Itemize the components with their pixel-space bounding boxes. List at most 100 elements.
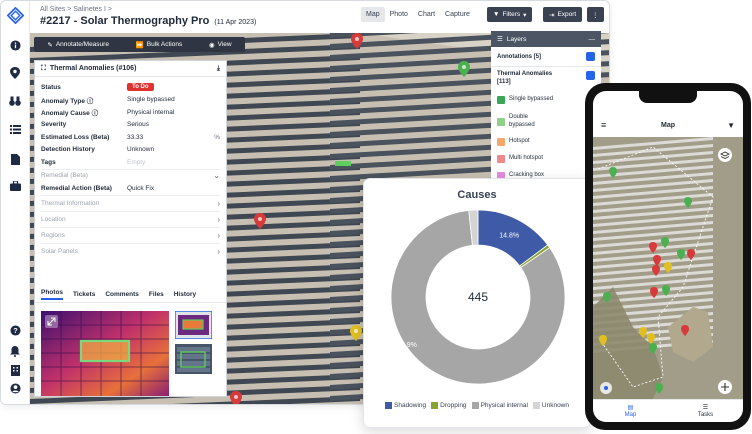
detection-history-row: Detection History Unknown (35, 144, 226, 157)
legend-item[interactable]: Physical internal (471, 402, 528, 409)
detection-history-value[interactable]: Unknown (127, 146, 154, 153)
binoculars-icon[interactable] (8, 94, 22, 108)
legend-item[interactable]: Shadowing (385, 402, 426, 409)
anomaly-type-value[interactable]: Single bypassed (127, 96, 175, 103)
estimated-loss-value[interactable]: 33.33 (127, 134, 143, 141)
layer-color-swatch (497, 96, 505, 104)
section-solar-panels[interactable]: Solar Panels › (35, 244, 226, 259)
location-pin-icon[interactable] (8, 66, 22, 80)
bulk-actions-button[interactable]: ⏩ Bulk Actions (136, 41, 183, 49)
tab-history[interactable]: History (174, 291, 196, 298)
list-icon[interactable] (8, 122, 22, 136)
status-row: Status To Do (35, 81, 226, 94)
severity-value[interactable]: Serious (127, 121, 149, 128)
remedial-action-row: Remedial Action (Beta) Quick Fix (35, 182, 226, 195)
severity-row: Severity Serious (35, 119, 226, 132)
legend-label: Dropping (440, 402, 467, 409)
legend-swatch (471, 402, 479, 409)
section-location[interactable]: Location › (35, 212, 226, 227)
status-label: Status (41, 83, 61, 91)
anomaly-panel-title: Thermal Anomalies (#106) (49, 65, 137, 72)
hamburger-menu-icon[interactable]: ≡ (601, 120, 606, 130)
breadcrumb[interactable]: All Sites > Salinetes I > (40, 6, 112, 13)
layer-item-label: Multi hotspot (509, 154, 544, 161)
chevron-right-icon: › (217, 214, 220, 224)
legend-item[interactable]: Dropping (431, 402, 467, 409)
section-thermal-information[interactable]: Thermal Information › (35, 196, 226, 211)
more-options-button[interactable]: ⋮ (587, 7, 604, 22)
fast-forward-icon: ⏩ (135, 41, 144, 49)
tab-photos[interactable]: Photos (41, 289, 64, 300)
legend-label: Physical internal (480, 402, 528, 409)
eye-icon: ◉ (208, 41, 215, 49)
annotate-label: Annotate/Measure (55, 41, 109, 48)
tab-comments[interactable]: Comments (105, 291, 139, 298)
section-label: Solar Panels (41, 247, 78, 255)
info-icon[interactable] (8, 38, 22, 52)
download-icon[interactable]: ⤓ (217, 65, 220, 73)
layers-title: Layers (506, 35, 527, 43)
thumbnail-image (175, 344, 212, 374)
tab-files[interactable]: Files (149, 291, 164, 298)
briefcase-icon[interactable] (8, 179, 22, 193)
tab-tickets[interactable]: Tickets (73, 291, 95, 298)
layer-thermal-anomalies[interactable]: Thermal Anomalies [113] (491, 67, 601, 89)
tags-value[interactable]: Empty (127, 159, 145, 166)
layer-thermal-label: Thermal Anomalies [113] (497, 71, 553, 85)
layer-annotations[interactable]: Annotations [5] (491, 47, 601, 67)
mobile-title: Map (661, 121, 675, 129)
anomaly-panel-header: ⛶ Thermal Anomalies (#106) ⤓ (35, 61, 226, 77)
chevron-down-icon: ▾ (523, 11, 527, 19)
remedial-label: Remedial (Beta) (41, 172, 88, 180)
mobile-nav-map-label: Map (624, 412, 637, 418)
collapse-icon[interactable]: — (589, 36, 596, 43)
filters-button[interactable]: ▼ Filters ▾ (487, 7, 533, 22)
estimated-loss-label: Estimated Loss (Beta) (41, 133, 110, 141)
causes-donut-chart[interactable]: 14.8% 82.9% 445 (364, 179, 592, 399)
expand-icon[interactable]: ⛶ (41, 65, 46, 73)
anomaly-highlight[interactable] (335, 161, 351, 166)
mobile-bottom-nav: ▤ Map ☰ Tasks (593, 399, 743, 422)
donut-value-label: 14.8% (499, 232, 519, 239)
remedial-action-value[interactable]: Quick Fix (127, 185, 154, 192)
thermal-photo[interactable] (41, 311, 169, 396)
mobile-nav-map[interactable]: ▤ Map (593, 400, 668, 422)
section-regions[interactable]: Regions › (35, 228, 226, 243)
tab-map[interactable]: Map (361, 7, 385, 22)
document-icon[interactable] (8, 152, 22, 166)
user-avatar-icon[interactable] (8, 381, 22, 395)
left-rail: ? (1, 1, 30, 404)
layers-header[interactable]: ☰ Layers — (491, 31, 601, 47)
mobile-map-image[interactable] (593, 137, 743, 399)
view-button[interactable]: ◉ View (209, 41, 232, 49)
bell-icon[interactable] (8, 344, 22, 358)
zoom-in-icon[interactable] (718, 380, 732, 394)
app-logo (7, 7, 24, 24)
anomaly-cause-value[interactable]: Physical internal (127, 109, 174, 116)
pencil-icon: ✎ (47, 41, 53, 49)
legend-item[interactable]: Unknown (532, 402, 569, 409)
filter-icon[interactable]: ▼ (727, 121, 735, 130)
help-icon[interactable]: ? (8, 323, 22, 337)
export-button[interactable]: ⇥ Export (543, 7, 583, 22)
thumbnail-image (174, 310, 213, 340)
info-icon: ⓘ (86, 97, 94, 105)
layer-thermal-checkbox[interactable] (586, 71, 595, 80)
remedial-row[interactable]: Remedial (Beta) ⌄ (35, 170, 226, 183)
layer-color-swatch (497, 137, 505, 146)
anomaly-type-label: Anomaly Type ⓘ (41, 97, 94, 105)
building-icon[interactable] (8, 363, 22, 377)
annotate-button[interactable]: ✎ Annotate/Measure (47, 41, 109, 49)
status-badge[interactable]: To Do (127, 83, 154, 92)
chevron-down-icon: ⌄ (213, 171, 220, 181)
tab-capture[interactable]: Capture (440, 7, 475, 22)
layer-annotations-checkbox[interactable] (586, 52, 595, 61)
mobile-map[interactable] (593, 137, 743, 399)
locate-me-icon[interactable] (600, 382, 612, 394)
tab-photo[interactable]: Photo (385, 7, 413, 22)
layers-icon[interactable] (718, 148, 732, 162)
photo-thumbnail-1[interactable] (174, 310, 213, 340)
photo-thumbnail-2[interactable] (175, 344, 212, 374)
mobile-nav-tasks[interactable]: ☰ Tasks (668, 400, 743, 422)
tab-chart[interactable]: Chart (413, 7, 440, 22)
